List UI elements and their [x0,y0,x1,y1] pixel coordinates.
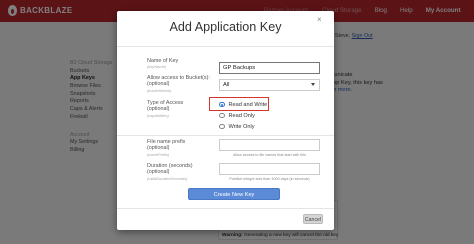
radio-button[interactable] [219,123,225,130]
prefix-hint: Allow access to file names that start wi… [233,153,306,157]
close-icon[interactable]: × [317,15,322,24]
bucket-access-label-line2: (optional) [147,81,170,88]
bucket-access-label-line1: Allow access to Bucket(s): [147,75,210,81]
section-divider [117,135,334,136]
key-name-label: Name of Key (keyName) [147,58,178,69]
bucket-access-label: Allow access to Bucket(s): (optional) (b… [147,75,210,93]
key-name-label-text: Name of Key [147,58,179,64]
bucket-select-value: All [223,82,230,88]
bucket-select[interactable]: All [219,79,320,91]
access-type-label: Type of Access (optional) (capabilities) [147,100,183,118]
radio-label: Read Only [228,112,255,119]
duration-hint: Positive integer less than 1000 days (in… [229,177,310,181]
prefix-label-line1: File name prefix [147,139,186,145]
chevron-down-icon [311,83,315,86]
access-type-label-line1: Type of Access [147,100,184,106]
key-name-param: (keyName) [147,64,167,70]
create-new-key-button[interactable]: Create New Key [188,188,280,200]
file-prefix-input[interactable] [219,139,320,151]
duration-label-line2: (optional) [147,169,170,176]
radio-label: Write Only [228,123,255,130]
add-application-key-dialog: Add Application Key × Name of Key (keyNa… [117,11,334,230]
duration-input[interactable] [219,163,320,175]
prefix-param: (namePrefix) [147,151,170,157]
access-type-param: (capabilities) [147,112,169,118]
duration-param: (validDurationSeconds) [147,175,188,181]
radio-write-only[interactable]: Write Only [219,122,255,131]
radio-button[interactable] [219,112,225,119]
duration-label-line1: Duration (seconds) [147,163,193,169]
access-type-label-line2: (optional) [147,106,170,113]
dialog-title: Add Application Key [169,20,282,34]
prefix-label-line2: (optional) [147,145,170,152]
key-name-input[interactable] [219,62,320,74]
radio-read-only[interactable]: Read Only [219,111,255,120]
bucket-access-param: (bucketName) [147,87,172,93]
cancel-button[interactable]: Cancel [303,214,323,224]
prefix-label: File name prefix (optional) (namePrefix) [147,139,185,157]
annotation-highlight-box [209,97,269,111]
duration-label: Duration (seconds) (optional) (validDura… [147,163,193,181]
footer-divider [117,208,334,209]
header-divider [117,46,334,47]
